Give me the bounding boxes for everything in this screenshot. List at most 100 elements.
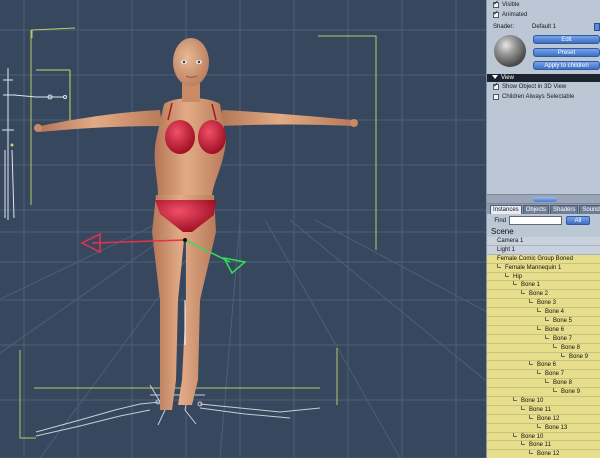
tree-connector	[545, 379, 549, 384]
apply-to-children-button[interactable]: Apply to children	[533, 61, 600, 70]
tree-connector	[537, 308, 541, 313]
scene-tree-item[interactable]: Bone 4	[487, 308, 600, 318]
children-selectable-checkbox[interactable]	[493, 94, 499, 100]
view-section-body	[487, 102, 600, 194]
show-in-3d-row[interactable]: Show Object in 3D View	[487, 81, 600, 92]
tree-connector	[529, 299, 533, 304]
visible-checkbox[interactable]	[493, 0, 499, 8]
scene-tree-item[interactable]: Bone 3	[487, 299, 600, 309]
scene-tree-item-label: Bone 8	[561, 344, 581, 351]
tree-connector	[561, 352, 565, 357]
scene-tree-item-label: Bone 9	[569, 353, 589, 360]
scene-tree-item[interactable]: Bone 5	[487, 317, 600, 326]
scene-tree-item-label: Female Mannequin 1	[505, 264, 562, 271]
scene-tree-item-label: Bone 12	[537, 451, 560, 458]
scene-tree-item[interactable]: Light 1	[487, 245, 600, 255]
properties-panel: Visible Animated Shader: Default 1 Edit …	[486, 0, 600, 458]
shader-picker-button[interactable]	[594, 23, 600, 31]
tab-sounds[interactable]: Sounds	[579, 205, 600, 214]
tree-connector	[521, 405, 525, 410]
scene-tree-item-label: Female Comic Group Boned	[497, 255, 574, 262]
view-section-header[interactable]: View	[487, 74, 600, 82]
scene-tree-item[interactable]: Bone 2	[487, 290, 600, 300]
scene-tree-item-label: Bone 2	[529, 291, 549, 298]
shader-preview-area: Edit Preset Apply to children	[487, 32, 600, 74]
scene-tree-item-label: Bone 6	[545, 326, 565, 333]
scene-tree-item[interactable]: Bone 7	[487, 370, 600, 380]
scene-tree-item[interactable]: Bone 9	[487, 388, 600, 398]
scene-tree-item-label: Hip	[513, 273, 523, 280]
splitter-handle[interactable]	[533, 197, 557, 202]
tab-instances[interactable]: Instances	[490, 205, 522, 214]
shader-value[interactable]: Default 1	[532, 24, 594, 30]
animated-checkbox[interactable]	[493, 9, 499, 18]
children-selectable-label: Children Always Selectable	[502, 94, 575, 100]
tree-connector	[537, 423, 541, 428]
scene-tree-item[interactable]: Camera 1	[487, 237, 600, 246]
children-selectable-row[interactable]: Children Always Selectable	[487, 92, 600, 102]
scene-tree-item[interactable]: Bone 12	[487, 450, 600, 458]
scene-tree-item[interactable]: Hip	[487, 272, 600, 282]
scene-tree-item-label: Bone 11	[529, 406, 551, 413]
edit-button[interactable]: Edit	[533, 35, 600, 44]
scene-tree-item-label: Camera 1	[497, 238, 524, 244]
tree-connector	[513, 281, 517, 286]
shader-label: Shader:	[493, 24, 515, 30]
scene-tree-item-label: Bone 3	[537, 300, 557, 307]
tree-connector	[545, 334, 549, 339]
scene-tree-item[interactable]: Bone 6	[487, 361, 600, 371]
scene-tree-item[interactable]: Bone 8	[487, 343, 600, 353]
tree-connector	[537, 325, 541, 330]
find-input[interactable]	[509, 216, 562, 225]
scene-tree-item-label: Bone 9	[561, 389, 581, 396]
tree-connector	[537, 370, 541, 375]
scene-tree-item[interactable]: Bone 8	[487, 379, 600, 389]
scene-tree-item[interactable]: Female Mannequin 1	[487, 263, 600, 273]
scene-tree-item[interactable]: Bone 13	[487, 423, 600, 433]
female-mannequin-figure[interactable]	[34, 38, 358, 410]
scene-tree-item-label: Bone 10	[521, 398, 544, 405]
tree-connector	[529, 414, 533, 419]
animated-checkbox-row[interactable]: Animated	[487, 9, 600, 20]
floor-grid	[0, 0, 486, 458]
panel-splitter[interactable]	[487, 194, 600, 204]
scene-tree-item[interactable]: Female Comic Group Boned	[487, 254, 600, 264]
tree-connector	[513, 432, 517, 437]
scene-tree-item[interactable]: Bone 7	[487, 334, 600, 344]
scene-tree-item-label: Bone 7	[553, 335, 573, 342]
find-row: Find All	[487, 214, 600, 227]
find-all-button[interactable]: All	[566, 216, 590, 225]
scene-tree-item[interactable]: Bone 6	[487, 325, 600, 335]
scene-tree-item[interactable]: Bone 11	[487, 441, 600, 451]
tree-connector	[521, 290, 525, 295]
tree-connector	[505, 272, 509, 277]
scene-tree-item[interactable]: Bone 10	[487, 397, 600, 406]
tree-connector	[545, 317, 549, 322]
3d-viewport[interactable]	[0, 0, 486, 458]
viewport-canvas[interactable]	[0, 0, 486, 458]
tab-objects[interactable]: Objects	[522, 205, 550, 214]
shader-row: Shader: Default 1	[487, 22, 600, 32]
browser-tabs: InstancesObjectsShadersSoundsC	[487, 204, 600, 214]
preset-button[interactable]: Preset	[533, 48, 600, 57]
visible-checkbox-row[interactable]: Visible	[487, 0, 600, 10]
tree-connector	[553, 343, 557, 348]
tree-connector	[513, 397, 517, 402]
scene-tree-item[interactable]: Bone 11	[487, 405, 600, 415]
scene-tree: Camera 1 Light 1 Female Comic Group Boned F…	[487, 237, 600, 458]
scene-tree-item[interactable]: Bone 10	[487, 432, 600, 442]
scene-tree-item-label: Bone 12	[537, 415, 560, 422]
scene-tree-item-label: Bone 7	[545, 371, 565, 378]
tree-connector	[521, 441, 525, 446]
scene-tree-item-label: Bone 10	[521, 433, 544, 440]
scene-tree-item-label: Bone 5	[553, 318, 573, 325]
scene-tree-item[interactable]: Bone 1	[487, 281, 600, 291]
show-in-3d-checkbox[interactable]	[493, 81, 499, 90]
scene-tree-item-label: Bone 8	[553, 380, 573, 387]
scene-tree-item-label: Bone 4	[545, 309, 565, 316]
scene-title: Scene	[487, 227, 600, 237]
tree-connector	[529, 361, 533, 366]
scene-tree-item[interactable]: Bone 9	[487, 352, 600, 362]
scene-tree-item[interactable]: Bone 12	[487, 414, 600, 424]
tab-shaders[interactable]: Shaders	[550, 205, 579, 214]
